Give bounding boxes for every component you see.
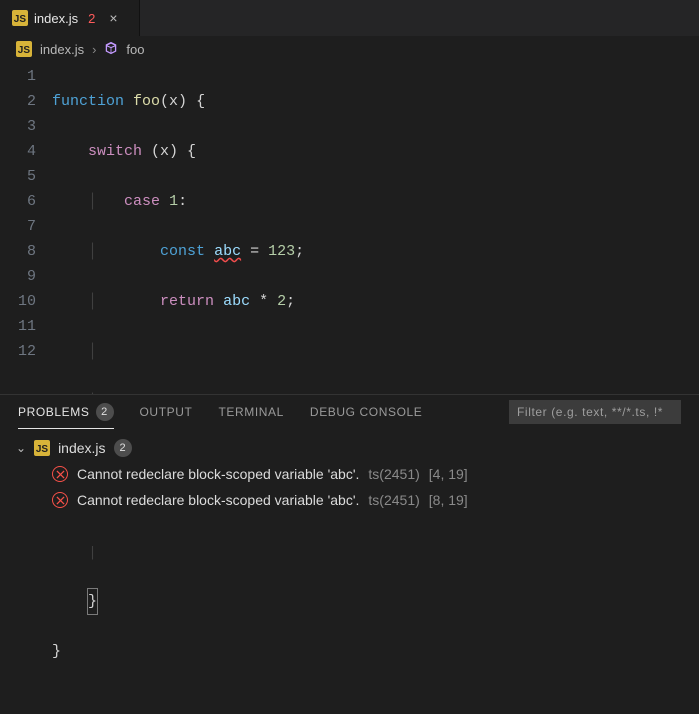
code-body[interactable]: function foo(x) { switch (x) { │ case 1:… bbox=[52, 64, 699, 714]
problem-code: ts(2451) bbox=[368, 466, 419, 482]
line-number: 4 bbox=[0, 139, 36, 164]
breadcrumb: JS index.js › foo bbox=[0, 36, 699, 62]
breadcrumb-file[interactable]: index.js bbox=[40, 42, 84, 57]
breadcrumb-symbol[interactable]: foo bbox=[126, 42, 144, 57]
tab-filename: index.js bbox=[34, 11, 78, 26]
close-icon[interactable]: × bbox=[109, 10, 117, 26]
problem-location: [4, 19] bbox=[429, 466, 468, 482]
problem-message: Cannot redeclare block-scoped variable '… bbox=[77, 466, 359, 482]
code-line: │ return abc * 2; bbox=[52, 289, 699, 314]
tab-bar: JS index.js 2 × bbox=[0, 0, 699, 36]
code-line: switch (x) { bbox=[52, 139, 699, 164]
line-number: 2 bbox=[0, 89, 36, 114]
problem-location: [8, 19] bbox=[429, 492, 468, 508]
panel-tabs: PROBLEMS 2 OUTPUT TERMINAL DEBUG CONSOLE… bbox=[0, 395, 699, 429]
line-number: 10 bbox=[0, 289, 36, 314]
error-icon bbox=[52, 492, 68, 508]
code-line: } bbox=[52, 589, 699, 614]
problem-item[interactable]: Cannot redeclare block-scoped variable '… bbox=[10, 487, 699, 513]
problems-list: ⌄ JS index.js 2 Cannot redeclare block-s… bbox=[0, 429, 699, 546]
tab-debug-console[interactable]: DEBUG CONSOLE bbox=[310, 395, 423, 429]
js-file-icon: JS bbox=[16, 41, 32, 57]
tab-output[interactable]: OUTPUT bbox=[140, 395, 193, 429]
bottom-panel: PROBLEMS 2 OUTPUT TERMINAL DEBUG CONSOLE… bbox=[0, 394, 699, 546]
code-line: │ const abc = 123; bbox=[52, 239, 699, 264]
code-line: function foo(x) { bbox=[52, 89, 699, 114]
chevron-down-icon: ⌄ bbox=[16, 441, 26, 455]
line-gutter: 1 2 3 4 5 6 7 8 9 10 11 12 bbox=[0, 64, 52, 714]
line-number: 7 bbox=[0, 214, 36, 239]
problems-file-name: index.js bbox=[58, 440, 105, 456]
symbol-icon bbox=[104, 41, 118, 58]
line-number: 12 bbox=[0, 339, 36, 364]
line-number: 9 bbox=[0, 264, 36, 289]
problem-code: ts(2451) bbox=[368, 492, 419, 508]
code-editor[interactable]: 1 2 3 4 5 6 7 8 9 10 11 12 function foo(… bbox=[0, 62, 699, 714]
line-number: 8 bbox=[0, 239, 36, 264]
line-number: 1 bbox=[0, 64, 36, 89]
js-file-icon: JS bbox=[12, 10, 28, 26]
line-number: 3 bbox=[0, 114, 36, 139]
line-number: 6 bbox=[0, 189, 36, 214]
js-file-icon: JS bbox=[34, 440, 50, 456]
problems-file-count: 2 bbox=[114, 439, 132, 457]
problem-message: Cannot redeclare block-scoped variable '… bbox=[77, 492, 359, 508]
breadcrumb-separator-icon: › bbox=[92, 42, 96, 57]
tab-error-count: 2 bbox=[84, 11, 95, 26]
line-number: 11 bbox=[0, 314, 36, 339]
code-line: │ bbox=[52, 339, 699, 364]
problems-count-badge: 2 bbox=[96, 403, 114, 421]
tab-problems[interactable]: PROBLEMS 2 bbox=[18, 395, 114, 429]
problem-item[interactable]: Cannot redeclare block-scoped variable '… bbox=[10, 461, 699, 487]
editor-tab[interactable]: JS index.js 2 × bbox=[0, 0, 140, 36]
tab-problems-label: PROBLEMS bbox=[18, 405, 90, 419]
line-number: 5 bbox=[0, 164, 36, 189]
problems-filter-input[interactable]: Filter (e.g. text, **/*.ts, !* bbox=[509, 400, 681, 424]
tab-terminal[interactable]: TERMINAL bbox=[218, 395, 283, 429]
error-icon bbox=[52, 466, 68, 482]
code-line: } bbox=[52, 639, 699, 664]
problems-file-row[interactable]: ⌄ JS index.js 2 bbox=[10, 435, 699, 461]
code-line: │ case 1: bbox=[52, 189, 699, 214]
